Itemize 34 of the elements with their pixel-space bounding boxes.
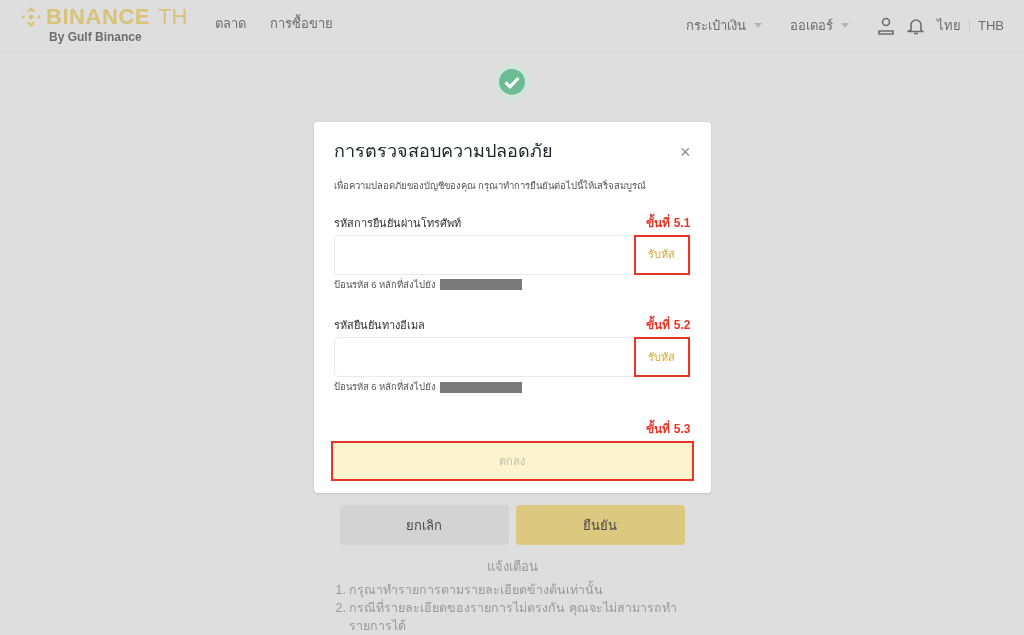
notice-item: 2. กรณีที่รายละเอียดของรายการไม่ตรงกัน คุณจะไม่สามารถทำรายการได้	[335, 599, 678, 635]
step-annotation: ขั้นที่ 5.2	[646, 316, 691, 334]
user-icon[interactable]	[877, 16, 895, 35]
currency-selector[interactable]: THB	[978, 16, 1004, 36]
dialog-title: การตรวจสอบความปลอดภัย	[333, 140, 553, 164]
code-field[interactable]: รับหัส	[333, 234, 691, 275]
close-button[interactable]: ×	[680, 143, 691, 161]
field-hint: ป้อนรหัส 6 หลักที่ส่งไปยัง	[333, 380, 437, 394]
notice-title: แจ้งเตือน	[486, 558, 538, 577]
get-code-button[interactable]: รับหัส	[633, 337, 690, 377]
language-selector[interactable]: ไทย	[937, 16, 961, 36]
step-annotation: ขั้นที่ 5.1	[646, 213, 691, 232]
brand-tagline: By Gulf Binance	[49, 28, 143, 46]
nav-link[interactable]: ตลาด	[215, 14, 247, 34]
field-hint: ป้อนรหัส 6 หลักที่ส่งไปยัง	[333, 277, 437, 292]
nav-link[interactable]: การซื้อขาย	[270, 14, 334, 34]
step-annotation: ขั้นที่ 5.3	[646, 420, 691, 439]
caret-icon	[841, 23, 849, 29]
nav-menu[interactable]: ออเดอร์	[790, 16, 849, 36]
field-label: รหัสการยืนยันผ่านโทรศัพท์	[333, 216, 461, 232]
check-badge-icon	[493, 62, 531, 101]
dialog-description: เพื่อความปลอดภัยของบัญชีของคุณ กรุณาทำการยืนยันต่อไปนี้ให้เสร็จสมบูรณ์	[333, 179, 648, 194]
brand-suffix: TH	[158, 5, 188, 28]
confirm-button[interactable]: ยืนยัน	[515, 505, 685, 546]
notice-item: 1. กรุณาทำรายการตามรายละเอียดข้างต้นเท่านั้น	[335, 581, 681, 599]
caret-icon	[754, 23, 762, 29]
cancel-button[interactable]: ยกเลิก	[339, 505, 509, 546]
bell-icon[interactable]	[907, 16, 925, 35]
nav-menu[interactable]: กระเป๋าเงิน	[686, 16, 762, 36]
code-field[interactable]: รับหัส	[333, 337, 691, 377]
get-code-button[interactable]: รับหัส	[633, 234, 690, 275]
logo-icon	[20, 5, 42, 28]
field-label: รหัสยืนยันทางอีเมล	[333, 318, 425, 334]
brand-name: BINANCE	[46, 5, 151, 28]
